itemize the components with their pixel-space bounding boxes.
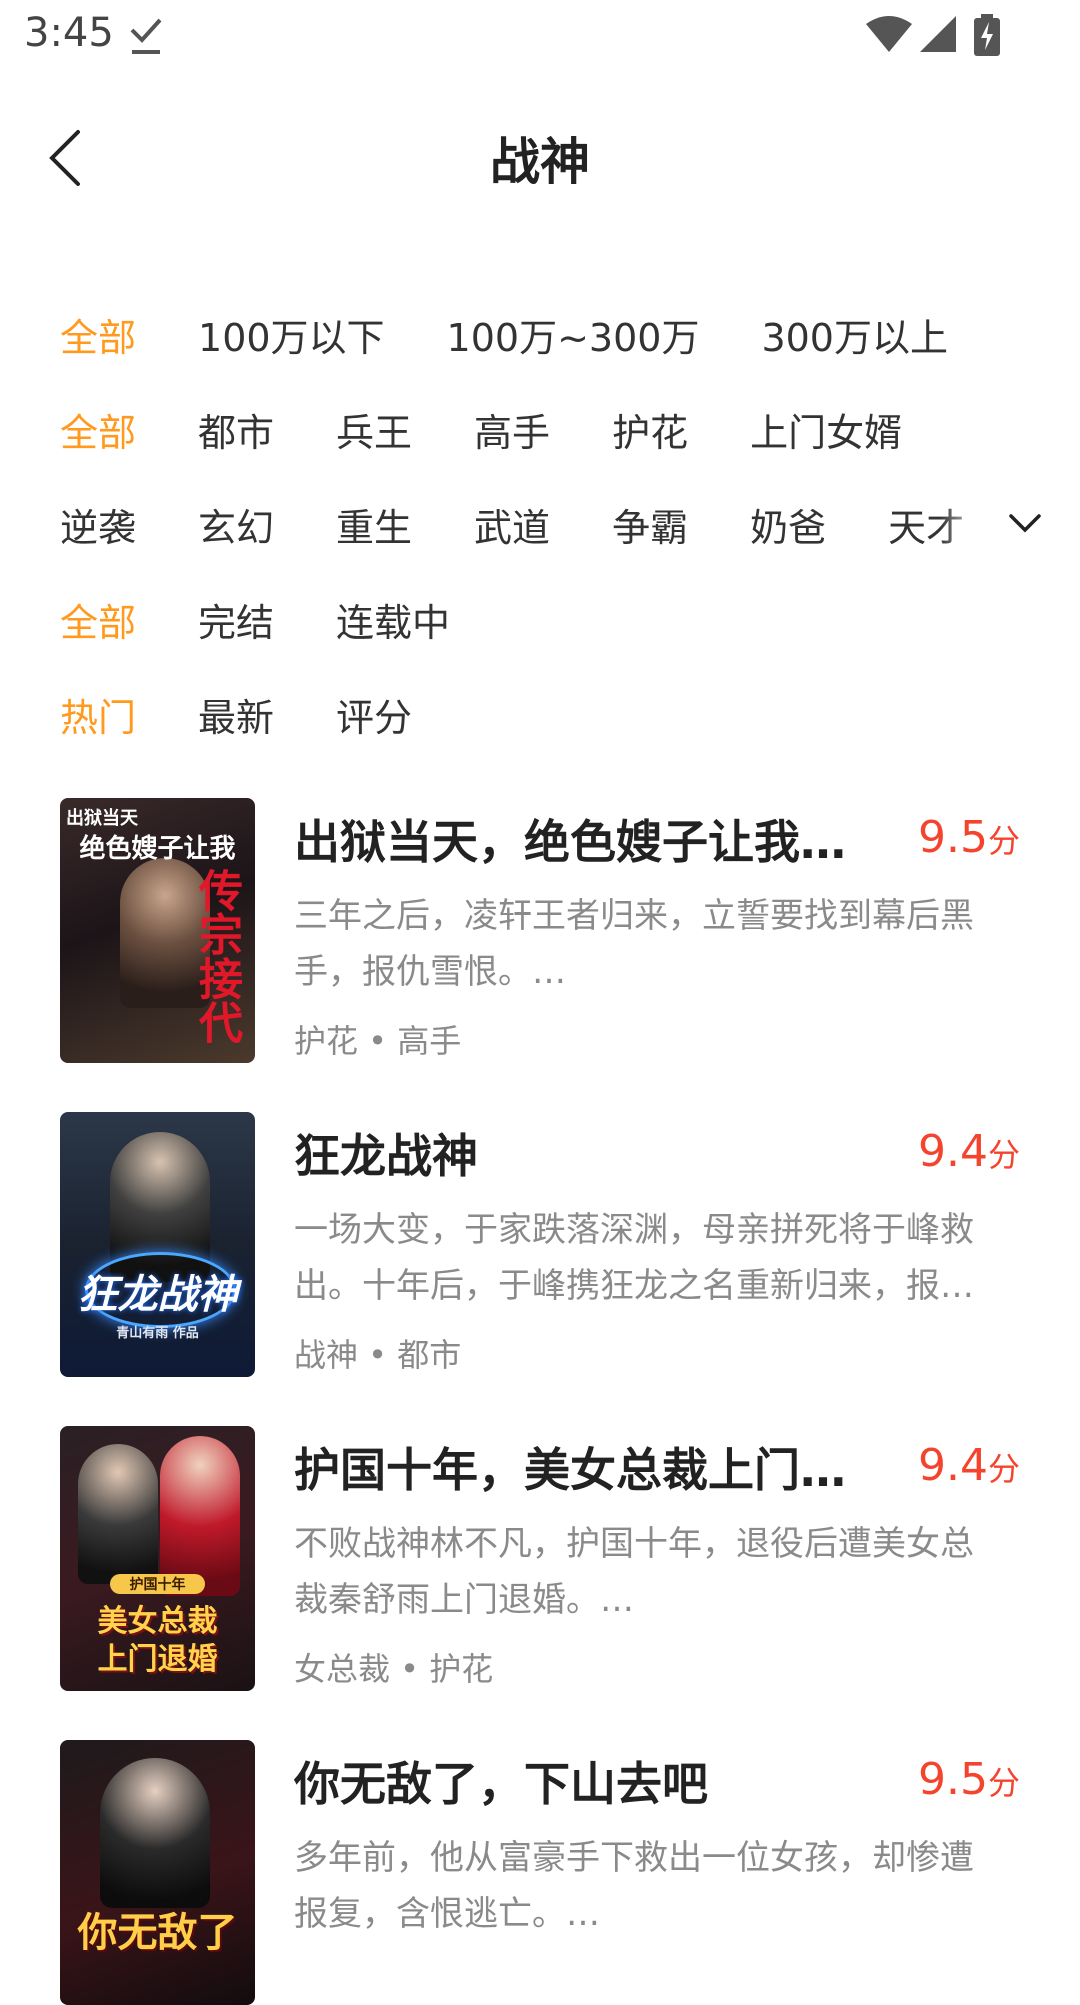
desc-line: 多年前，他从富豪手下救出一位女孩，却惨遭: [294, 1838, 974, 1878]
cover-title-line3: 上门退婚: [97, 1642, 218, 1677]
book-cover: 出狱当天 绝色嫂子让我 传宗接代: [60, 798, 255, 1063]
book-item[interactable]: 狂龙战神 青山有雨 作品 狂龙战神 9.4分 一场大变，于家跌落深渊，母亲拼死将…: [60, 1112, 1020, 1377]
status-time: 3:45: [24, 10, 114, 56]
filter-genre-zhengba[interactable]: 争霸: [612, 497, 688, 552]
book-cover: 你无敌了: [60, 1740, 255, 2005]
wifi-icon: [866, 16, 912, 52]
score-value: 9.5: [918, 812, 988, 863]
filter-wordcount-under-1m[interactable]: 100万以下: [198, 307, 385, 362]
filter-genre-dushi[interactable]: 都市: [198, 402, 274, 457]
book-score: 9.4分: [918, 1440, 1020, 1491]
download-done-icon: [130, 18, 162, 54]
sort-hot[interactable]: 热门: [60, 687, 136, 742]
desc-line: 三年之后，凌轩王者归来，立誓要找到幕后黑: [294, 896, 974, 936]
sort-latest[interactable]: 最新: [198, 687, 274, 742]
chevron-down-icon[interactable]: [1005, 504, 1045, 544]
filter-genre-chongsheng[interactable]: 重生: [336, 497, 412, 552]
desc-line: 不败战神林不凡，护国十年，退役后遭美女总: [294, 1524, 974, 1564]
battery-charging-icon: [974, 14, 1000, 56]
filter-genre-huhua[interactable]: 护花: [612, 402, 688, 457]
filter-genre-shangmen[interactable]: 上门女婿: [750, 402, 902, 457]
cover-figure: [78, 1444, 158, 1584]
signal-icon: [920, 16, 956, 52]
book-cover: 护国十年 美女总裁 上门退婚: [60, 1426, 255, 1691]
score-value: 9.5: [918, 1754, 988, 1805]
filter-status-ongoing[interactable]: 连载中: [336, 592, 450, 647]
filter-wordcount-over-3m[interactable]: 300万以上: [761, 307, 948, 362]
book-title: 狂龙战神: [294, 1129, 478, 1183]
book-description: 不败战神林不凡，护国十年，退役后遭美女总 裁秦舒雨上门退婚。…: [294, 1516, 1024, 1628]
sort-rating[interactable]: 评分: [336, 687, 412, 742]
filter-wordcount-all[interactable]: 全部: [60, 307, 136, 362]
filter-status: 全部 完结 连载中: [60, 589, 450, 649]
filter-genre-naiba[interactable]: 奶爸: [750, 497, 826, 552]
cover-title-line1: 狂龙战神: [77, 1271, 238, 1318]
book-description: 多年前，他从富豪手下救出一位女孩，却惨遭 报复，含恨逃亡。…: [294, 1830, 1024, 1942]
filter-fade: [940, 490, 1010, 560]
score-value: 9.4: [918, 1126, 988, 1177]
cover-title-line1: 出狱当天: [66, 808, 138, 829]
filter-genre-wudao[interactable]: 武道: [474, 497, 550, 552]
book-score: 9.5分: [918, 1754, 1020, 1805]
cover-figure: [160, 1436, 240, 1596]
score-unit: 分: [987, 1450, 1020, 1488]
cover-title-line2: 绝色嫂子让我: [79, 834, 236, 864]
cover-title-line1: 你无敌了: [77, 1909, 238, 1956]
score-value: 9.4: [918, 1440, 988, 1491]
book-title: 出狱当天，绝色嫂子让我…: [294, 815, 846, 869]
book-tags: 女总裁 • 护花: [294, 1650, 494, 1688]
cover-title-line3: 传宗接代: [191, 868, 242, 1044]
book-score: 9.5分: [918, 812, 1020, 863]
desc-line: 裁秦舒雨上门退婚。…: [294, 1580, 634, 1620]
score-unit: 分: [987, 1764, 1020, 1802]
score-unit: 分: [987, 1136, 1020, 1174]
cover-title-line1: 护国十年: [110, 1574, 205, 1594]
filter-genre-bingwang[interactable]: 兵王: [336, 402, 412, 457]
filter-status-finished[interactable]: 完结: [198, 592, 274, 647]
filter-genre-gaoshou[interactable]: 高手: [474, 402, 550, 457]
desc-line: 手，报仇雪恨。…: [294, 952, 566, 992]
filter-genre-all[interactable]: 全部: [60, 402, 136, 457]
filter-genre-nixi[interactable]: 逆袭: [60, 497, 136, 552]
cover-title-line2: 青山有雨 作品: [116, 1326, 199, 1341]
status-bar: 3:45: [0, 0, 1080, 72]
book-item[interactable]: 你无敌了 你无敌了，下山去吧 9.5分 多年前，他从富豪手下救出一位女孩，却惨遭…: [60, 1740, 1020, 2005]
book-item[interactable]: 出狱当天 绝色嫂子让我 传宗接代 出狱当天，绝色嫂子让我… 9.5分 三年之后，…: [60, 798, 1020, 1063]
book-title: 你无敌了，下山去吧: [294, 1757, 708, 1811]
filter-sort: 热门 最新 评分: [60, 684, 412, 744]
desc-line: 一场大变，于家跌落深渊，母亲拼死将于峰救: [294, 1210, 974, 1250]
filter-wordcount-1m-3m[interactable]: 100万~300万: [447, 307, 700, 362]
book-title: 护国十年，美女总裁上门…: [294, 1443, 846, 1497]
cover-figure: [100, 1758, 210, 1908]
filter-genre-xuanhuan[interactable]: 玄幻: [198, 497, 274, 552]
book-item[interactable]: 护国十年 美女总裁 上门退婚 护国十年，美女总裁上门… 9.4分 不败战神林不凡…: [60, 1426, 1020, 1691]
filter-wordcount: 全部 100万以下 100万~300万 300万以上: [60, 304, 948, 364]
header: 战神: [0, 100, 1080, 210]
filter-genre-primary: 全部 都市 兵王 高手 护花 上门女婿: [60, 399, 902, 459]
book-tags: 战神 • 都市: [294, 1336, 462, 1374]
score-unit: 分: [987, 822, 1020, 860]
book-description: 一场大变，于家跌落深渊，母亲拼死将于峰救 出。十年后，于峰携狂龙之名重新归来，报…: [294, 1202, 1024, 1314]
filter-genre-secondary: 逆袭 玄幻 重生 武道 争霸 奶爸 天才: [60, 494, 964, 554]
filter-status-all[interactable]: 全部: [60, 592, 136, 647]
book-score: 9.4分: [918, 1126, 1020, 1177]
book-description: 三年之后，凌轩王者归来，立誓要找到幕后黑 手，报仇雪恨。…: [294, 888, 1024, 1000]
page-title: 战神: [490, 133, 590, 191]
desc-line: 出。十年后，于峰携狂龙之名重新归来，报…: [294, 1266, 974, 1306]
book-cover: 狂龙战神 青山有雨 作品: [60, 1112, 255, 1377]
desc-line: 报复，含恨逃亡。…: [294, 1894, 600, 1934]
book-tags: 护花 • 高手: [294, 1022, 462, 1060]
